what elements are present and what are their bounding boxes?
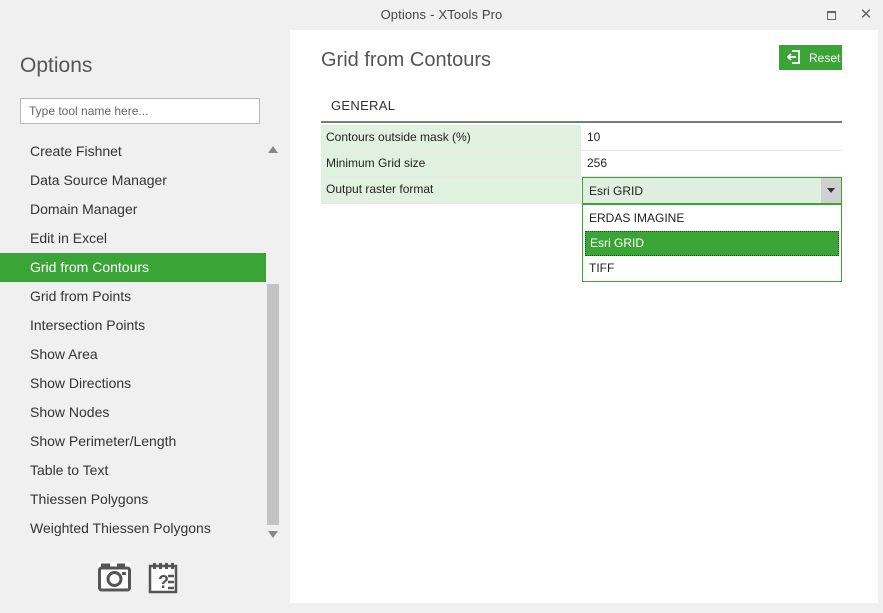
help-notes-icon[interactable]: ? (148, 562, 180, 594)
sidebar-item-create-fishnet[interactable]: Create Fishnet (0, 137, 266, 166)
window-title: Options - XTools Pro (381, 7, 503, 22)
raster-format-dropdown-list: ERDAS IMAGINE Esri GRID TIFF (582, 204, 842, 282)
dropdown-option-esri-grid[interactable]: Esri GRID (585, 231, 839, 256)
sidebar-item-show-nodes[interactable]: Show Nodes (0, 398, 266, 427)
camera-icon[interactable] (98, 562, 131, 592)
bottom-toolbar: ? (98, 560, 188, 596)
window-title-options: Options (380, 7, 427, 22)
sidebar-item-intersection-points[interactable]: Intersection Points (0, 311, 266, 340)
sidebar-item-thiessen-polygons[interactable]: Thiessen Polygons (0, 485, 266, 514)
sidebar-item-show-perimeter-length[interactable]: Show Perimeter/Length (0, 427, 266, 456)
tool-search-input[interactable] (20, 98, 260, 124)
dropdown-button[interactable] (821, 178, 841, 203)
reset-icon (787, 50, 800, 64)
dropdown-option-erdas-imagine[interactable]: ERDAS IMAGINE (585, 206, 839, 231)
maximize-icon (826, 11, 836, 21)
sidebar: Options Create Fishnet Data Source Manag… (0, 30, 290, 613)
svg-text:?: ? (158, 572, 169, 592)
sidebar-item-weighted-thiessen-polygons[interactable]: Weighted Thiessen Polygons (0, 514, 266, 543)
reset-button[interactable]: Reset (779, 45, 842, 70)
sidebar-item-show-directions[interactable]: Show Directions (0, 369, 266, 398)
property-grid: Contours outside mask (%) 10 Minimum Gri… (321, 125, 842, 204)
property-row-contours-mask: Contours outside mask (%) 10 (321, 125, 842, 151)
title-bar: Options - XTools Pro ✕ (0, 0, 883, 30)
scroll-down-arrow-icon[interactable] (268, 531, 278, 538)
property-label: Minimum Grid size (321, 151, 581, 176)
maximize-button[interactable] (820, 4, 842, 26)
sidebar-item-domain-manager[interactable]: Domain Manager (0, 195, 266, 224)
close-icon: ✕ (859, 6, 873, 23)
page-title: Grid from Contours (321, 49, 492, 71)
window-title-separator: - (430, 7, 435, 22)
scroll-up-arrow-icon[interactable] (268, 146, 278, 153)
sidebar-item-edit-in-excel[interactable]: Edit in Excel (0, 224, 266, 253)
sidebar-item-grid-from-points[interactable]: Grid from Points (0, 282, 266, 311)
sidebar-heading: Options (20, 54, 93, 77)
window-title-app: XTools Pro (438, 7, 503, 22)
tool-list: Create Fishnet Data Source Manager Domai… (0, 137, 266, 543)
property-row-min-grid-size: Minimum Grid size 256 (321, 151, 842, 177)
sidebar-item-data-source-manager[interactable]: Data Source Manager (0, 166, 266, 195)
contours-mask-value-field[interactable]: 10 (587, 125, 842, 150)
section-header-general: GENERAL (321, 94, 842, 123)
sidebar-item-show-area[interactable]: Show Area (0, 340, 266, 369)
scrollbar-thumb[interactable] (267, 284, 279, 525)
select-value: Esri GRID (589, 184, 643, 198)
sidebar-item-table-to-text[interactable]: Table to Text (0, 456, 266, 485)
property-row-output-raster-format: Output raster format Esri GRID (321, 177, 842, 204)
sidebar-item-grid-from-contours[interactable]: Grid from Contours (0, 253, 266, 282)
property-label: Output raster format (321, 177, 581, 203)
property-label: Contours outside mask (%) (321, 125, 581, 150)
reset-button-label: Reset (809, 51, 841, 65)
min-grid-size-value-field[interactable]: 256 (587, 151, 842, 176)
tool-list-scrollbar[interactable] (266, 142, 280, 540)
chevron-down-icon (827, 188, 835, 193)
dropdown-option-tiff[interactable]: TIFF (585, 256, 839, 281)
output-raster-format-select[interactable]: Esri GRID (582, 177, 842, 204)
section-title: GENERAL (331, 98, 396, 113)
options-content-panel: Grid from Contours Reset GENERAL Contour… (290, 30, 878, 603)
close-button[interactable]: ✕ (855, 4, 877, 26)
options-window: Options-XTools Pro ✕ Options Create Fish… (0, 0, 883, 613)
